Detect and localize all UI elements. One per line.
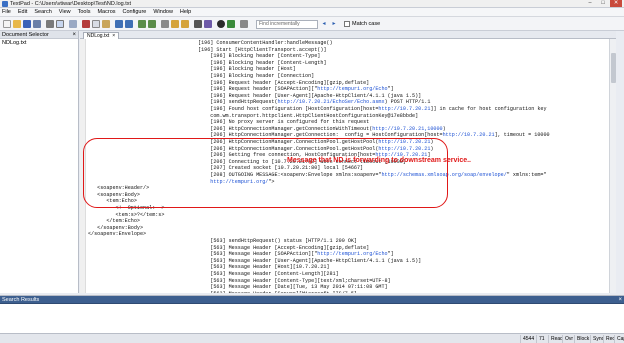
- url-link: http://10.7.20.21,10000: [372, 125, 443, 132]
- menu-search[interactable]: Search: [34, 9, 51, 15]
- status-col: 71: [536, 335, 545, 343]
- save-icon[interactable]: [23, 20, 31, 28]
- document-item[interactable]: NDLog.txt: [0, 39, 78, 47]
- url-link: http://10.7.20.21: [378, 139, 431, 145]
- word-wrap-icon[interactable]: [161, 20, 169, 28]
- tab-label: NDLog.txt: [87, 33, 110, 39]
- paste-icon[interactable]: [102, 20, 110, 28]
- status-bar: 4544 71 Read Ovr Block Sync Rec Caps: [0, 333, 624, 343]
- minimize-button[interactable]: –: [584, 0, 596, 7]
- document-selector-title: Document Selector: [2, 32, 49, 38]
- save-all-icon[interactable]: [33, 20, 41, 28]
- menu-view[interactable]: View: [59, 9, 71, 15]
- menu-tools[interactable]: Tools: [78, 9, 91, 15]
- record-macro-icon[interactable]: [217, 20, 225, 28]
- status-caps: Caps: [614, 335, 624, 343]
- bookmark-icon[interactable]: [204, 20, 212, 28]
- url-link: http://10.7.20.21: [378, 106, 431, 112]
- url-link: http://10.7.20.21: [378, 145, 431, 152]
- replace-icon[interactable]: [181, 20, 189, 28]
- spelling-icon[interactable]: [69, 20, 77, 28]
- url-link: http://tempuri.org/Echo: [317, 86, 388, 93]
- find-icon[interactable]: [171, 20, 179, 28]
- editor-gutter: [80, 39, 86, 293]
- url-link: http://10.7.20.21/EchoSer/Echo.asmx: [277, 99, 385, 106]
- match-case-checkbox[interactable]: [344, 21, 350, 27]
- tab-bar: NDLog.txt ×: [80, 31, 616, 39]
- match-case-label: Match case: [352, 21, 381, 27]
- title-bar: TextPad - C:\Users\vtiwar\Desktop\Test\N…: [0, 0, 624, 8]
- url-link: http://tempuri.org/Echo: [317, 251, 388, 258]
- new-file-icon[interactable]: [3, 20, 11, 28]
- window-title: TextPad - C:\Users\vtiwar\Desktop\Test\N…: [10, 1, 132, 7]
- find-previous-icon[interactable]: ◂: [320, 20, 328, 29]
- document-selector-header: Document Selector ×: [0, 31, 78, 39]
- scrollbar-thumb[interactable]: [611, 53, 616, 83]
- status-block: Block: [574, 335, 589, 343]
- url-link: http://tempuri.org/: [210, 178, 269, 185]
- show-whitespace-icon[interactable]: [194, 20, 202, 28]
- url-link: http://10.7.20.21: [442, 132, 495, 139]
- menu-macros[interactable]: Macros: [97, 9, 115, 15]
- close-icon[interactable]: ×: [618, 296, 622, 304]
- tab-close-icon[interactable]: ×: [112, 33, 115, 39]
- print-icon[interactable]: [46, 20, 54, 28]
- log-line: [563] Message Header [Server][Microsoft-…: [88, 291, 357, 293]
- copy-icon[interactable]: [92, 20, 100, 28]
- close-button[interactable]: ✕: [610, 0, 622, 7]
- window-controls: – □ ✕: [584, 0, 622, 8]
- find-next-icon[interactable]: ▸: [330, 20, 338, 29]
- search-results-header: Search Results ×: [0, 296, 624, 304]
- annotation-text: Message that ND is forwarding to downstr…: [287, 157, 471, 164]
- open-folder-icon[interactable]: [13, 20, 21, 28]
- indent-icon[interactable]: [138, 20, 146, 28]
- status-ovr: Ovr: [562, 335, 573, 343]
- toolbar: Find incrementally ◂ ▸ Match case: [0, 17, 624, 31]
- tab-ndlog[interactable]: NDLog.txt ×: [83, 32, 120, 39]
- status-sync: Sync: [590, 335, 604, 343]
- search-results-title: Search Results: [2, 297, 40, 303]
- code-text-area[interactable]: [196] ConsumerContentHandler:handleMessa…: [88, 40, 608, 293]
- undo-icon[interactable]: [115, 20, 123, 28]
- maximize-button[interactable]: □: [597, 0, 609, 7]
- redo-icon[interactable]: [125, 20, 133, 28]
- print-preview-icon[interactable]: [56, 20, 64, 28]
- textpad-app-icon: [2, 1, 8, 7]
- find-incrementally-input[interactable]: Find incrementally: [256, 20, 318, 29]
- status-line: 4544: [520, 335, 534, 343]
- menu-file[interactable]: File: [2, 9, 11, 15]
- status-read: Read: [548, 335, 563, 343]
- menu-configure[interactable]: Configure: [123, 9, 147, 15]
- help-icon[interactable]: [240, 20, 248, 28]
- outdent-icon[interactable]: [148, 20, 156, 28]
- menu-edit[interactable]: Edit: [18, 9, 27, 15]
- cut-icon[interactable]: [82, 20, 90, 28]
- play-macro-icon[interactable]: [227, 20, 235, 28]
- menu-help[interactable]: Help: [180, 9, 191, 15]
- menu-window[interactable]: Window: [153, 9, 173, 15]
- url-link: http://schemas.xmlsoap.org/soap/envelope…: [381, 172, 507, 178]
- close-icon[interactable]: ×: [72, 31, 76, 39]
- vertical-scrollbar[interactable]: [609, 39, 616, 293]
- document-selector-pane: Document Selector × NDLog.txt: [0, 31, 79, 293]
- menu-bar: File Edit Search View Tools Macros Confi…: [0, 8, 624, 17]
- search-results-pane: Search Results ×: [0, 295, 624, 333]
